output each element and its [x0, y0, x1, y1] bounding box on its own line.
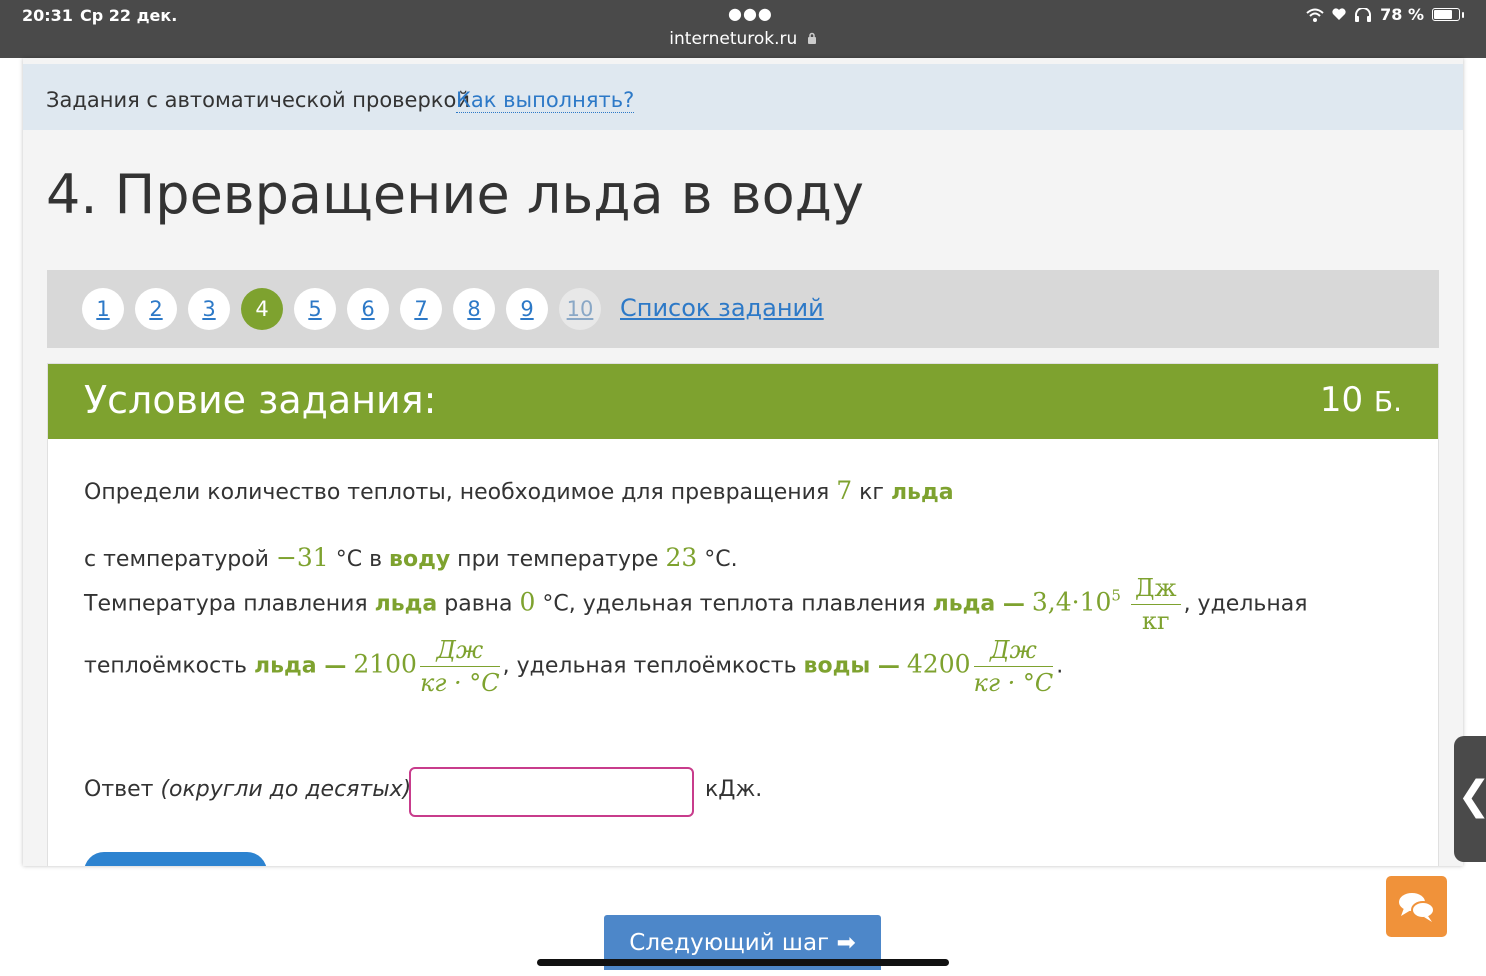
- task-header: Условие задания: 10 Б.: [48, 364, 1438, 439]
- text: , удельная теплоёмкость: [502, 653, 804, 679]
- unit-fraction-j-kg: Дж кг: [1130, 574, 1181, 635]
- battery-percent: 78 %: [1380, 5, 1424, 24]
- latent-heat-value: 3,4·10: [1031, 587, 1112, 617]
- task-nav-item[interactable]: 10: [559, 288, 601, 330]
- unit-numerator: Дж: [973, 636, 1054, 667]
- task-points: 10 Б.: [1320, 380, 1402, 420]
- answer-unit: кДж.: [705, 777, 763, 802]
- points-value: 10: [1319, 380, 1364, 420]
- top-info-bar: Задания с автоматической проверкой Как в…: [23, 64, 1463, 130]
- ice-term: льда: [374, 591, 438, 617]
- unit-numerator: Дж: [1130, 574, 1181, 605]
- task-nav-item[interactable]: 9: [506, 288, 548, 330]
- status-date: Ср 22 дек.: [80, 6, 178, 25]
- unit-denominator: кг: [1141, 607, 1170, 635]
- task-list-link[interactable]: Список заданий: [620, 294, 824, 322]
- wifi-icon: [1306, 8, 1324, 22]
- unit-denominator: кг · °C: [419, 669, 500, 697]
- auto-check-label: Задания с автоматической проверкой: [46, 88, 470, 112]
- task-text-line-4: теплоёмкость льда — 2100 Дж кг · °C, удель…: [84, 636, 1063, 697]
- text: равна: [437, 591, 520, 617]
- how-to-link[interactable]: Как выполнять?: [456, 88, 635, 113]
- water-heat-capacity-value: 4200: [906, 649, 971, 679]
- text: кг: [852, 480, 891, 505]
- ice-term: льда —: [254, 653, 347, 679]
- text: Температура плавления: [84, 591, 375, 617]
- ice-term: льда: [890, 480, 954, 505]
- task-nav-item[interactable]: 6: [347, 288, 389, 330]
- chat-button[interactable]: [1386, 876, 1447, 937]
- status-time: 20:31: [22, 6, 73, 25]
- task-navigation: 1 2 3 4 5 6 7 8 9 10 Список заданий: [47, 270, 1439, 348]
- text: Определи количество теплоты, необходимое…: [84, 480, 837, 505]
- text: при температуре: [450, 547, 666, 572]
- water-term: воду: [389, 547, 451, 572]
- unit-denominator: кг · °C: [973, 669, 1054, 697]
- latent-heat-exponent: 5: [1111, 586, 1121, 605]
- chevron-left-icon: ❮: [1457, 773, 1486, 819]
- end-temp-value: 23: [665, 543, 698, 572]
- unit-fraction-j-kg-c: Дж кг · °C: [973, 636, 1054, 697]
- text: с температурой: [84, 547, 276, 572]
- unit-numerator: Дж: [419, 636, 500, 667]
- answer-input[interactable]: [409, 767, 694, 817]
- text: °C в: [328, 547, 390, 572]
- text: Ответ: [84, 777, 161, 802]
- home-indicator: [537, 959, 949, 966]
- page-title: 4. Превращение льда в воду: [46, 163, 864, 226]
- text: теплоёмкость: [84, 653, 255, 679]
- task-title: Условие задания:: [84, 378, 437, 422]
- points-unit: Б.: [1373, 385, 1402, 418]
- task-text-line-2: с температурой −31 °C в воду при темпера…: [84, 543, 738, 572]
- task-nav-item[interactable]: 2: [135, 288, 177, 330]
- page-content: Задания с автоматической проверкой Как в…: [23, 58, 1463, 866]
- task-nav-item[interactable]: 1: [82, 288, 124, 330]
- answer-label: Ответ (округли до десятых):: [84, 777, 419, 802]
- text: °C.: [697, 547, 738, 572]
- task-panel: Условие задания: 10 Б. Определи количест…: [47, 363, 1439, 866]
- lock-icon: [807, 32, 816, 44]
- chat-bubbles-icon: [1399, 893, 1435, 922]
- battery-icon: [1432, 8, 1460, 21]
- task-nav-item-active[interactable]: 4: [241, 288, 283, 330]
- task-nav-item[interactable]: 3: [188, 288, 230, 330]
- task-text-line-1: Определи количество теплоты, необходимое…: [84, 476, 954, 505]
- task-nav-item[interactable]: 7: [400, 288, 442, 330]
- ice-term: льда —: [932, 591, 1025, 617]
- ice-heat-capacity-value: 2100: [353, 649, 417, 679]
- mass-value: 7: [836, 476, 853, 505]
- status-bar: 20:31 Ср 22 дек. ●●● interneturok.ru 78 …: [0, 0, 1486, 58]
- start-temp-value: −31: [275, 543, 329, 572]
- text: .: [1056, 653, 1064, 679]
- unit-fraction-j-kg-c: Дж кг · °C: [419, 636, 500, 697]
- answer-hint: (округли до десятых): [160, 777, 412, 802]
- heart-icon: [1332, 8, 1346, 20]
- water-term: воды —: [803, 653, 900, 679]
- address-bar[interactable]: interneturok.ru: [0, 29, 1486, 49]
- status-icons: 78 %: [1306, 5, 1464, 24]
- melt-temp-value: 0: [519, 587, 536, 617]
- headphones-icon: [1355, 7, 1372, 22]
- task-nav-item[interactable]: 5: [294, 288, 336, 330]
- side-panel-toggle[interactable]: ❮: [1454, 736, 1486, 862]
- check-answer-button[interactable]: [84, 852, 267, 866]
- text: °C, удельная теплота плавления: [535, 591, 933, 617]
- url-text: interneturok.ru: [669, 29, 798, 49]
- more-dots-icon[interactable]: ●●●: [728, 4, 773, 23]
- text: , удельная: [1183, 591, 1308, 617]
- task-text-line-3: Температура плавления льда равна 0 °C, у…: [84, 574, 1307, 635]
- task-nav-item[interactable]: 8: [453, 288, 495, 330]
